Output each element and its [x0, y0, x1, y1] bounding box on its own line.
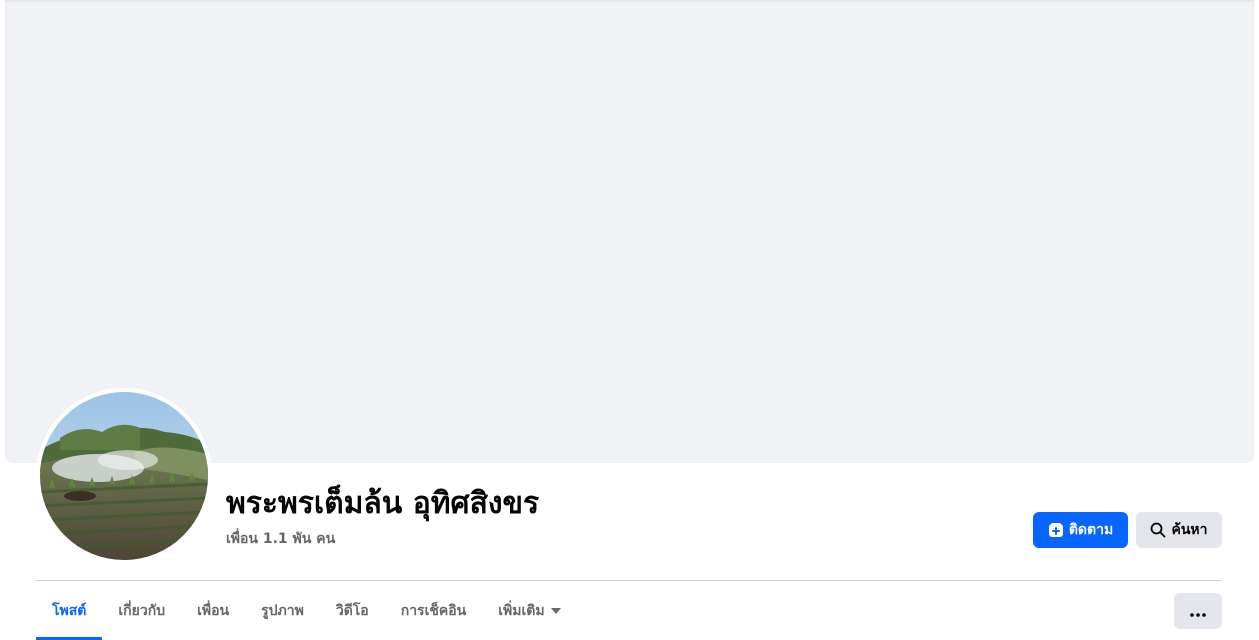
caret-down-icon	[550, 607, 561, 614]
follow-button[interactable]: ติดตาม	[1033, 512, 1128, 548]
more-dots-icon	[1190, 602, 1206, 621]
profile-page: พระพรเต็มล้น อุทิศสิงขร เพื่อน 1.1 พัน ค…	[0, 0, 1259, 640]
profile-name: พระพรเต็มล้น อุทิศสิงขร	[226, 486, 540, 521]
more-options-button[interactable]	[1174, 593, 1222, 629]
tab-posts[interactable]: โพสต์	[36, 581, 103, 640]
tab-label: วิดีโอ	[335, 602, 369, 619]
profile-picture-frame[interactable]	[36, 388, 212, 564]
follow-button-label: ติดตาม	[1068, 522, 1114, 538]
tab-label: เกี่ยวกับ	[118, 602, 166, 619]
cover-photo[interactable]	[5, 0, 1254, 463]
search-button[interactable]: ค้นหา	[1136, 512, 1222, 548]
tab-friends[interactable]: เพื่อน	[181, 581, 245, 640]
tab-checkins[interactable]: การเช็คอิน	[385, 581, 483, 640]
tab-label: โพสต์	[52, 602, 87, 619]
tab-label: การเช็คอิน	[400, 602, 467, 619]
follow-page-icon	[1048, 522, 1064, 538]
tab-label: เพื่อน	[197, 602, 230, 619]
search-icon	[1150, 522, 1166, 538]
friend-count[interactable]: เพื่อน 1.1 พัน คน	[226, 529, 335, 549]
tab-label: เพิ่มเติม	[498, 602, 545, 619]
tab-more[interactable]: เพิ่มเติม	[482, 581, 576, 640]
tab-videos[interactable]: วิดีโอ	[320, 581, 385, 640]
tab-about[interactable]: เกี่ยวกับ	[102, 581, 181, 640]
tab-photos[interactable]: รูปภาพ	[245, 581, 320, 640]
profile-picture-image	[40, 392, 208, 560]
profile-tabs: โพสต์ เกี่ยวกับ เพื่อน รูปภาพ วิดีโอ การ…	[36, 581, 577, 640]
search-button-label: ค้นหา	[1171, 522, 1208, 538]
profile-picture[interactable]	[40, 392, 208, 560]
tab-label: รูปภาพ	[261, 602, 304, 619]
